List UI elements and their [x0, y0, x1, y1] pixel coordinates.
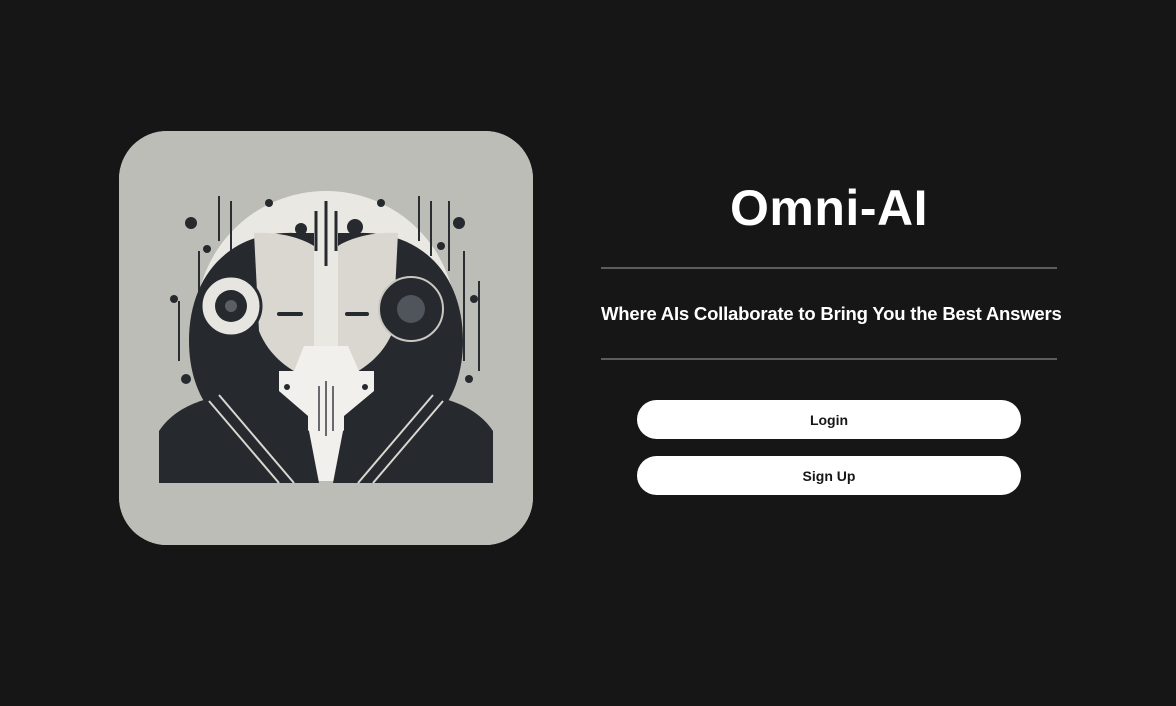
welcome-panel: Omni-AI Where AIs Collaborate to Bring Y… [601, 160, 1062, 495]
app-title: Omni-AI [730, 180, 928, 236]
divider-bottom [601, 358, 1057, 360]
landing-page: Omni-AI Where AIs Collaborate to Bring Y… [0, 0, 1176, 706]
app-logo [119, 131, 533, 545]
two-ai-faces-logo-icon [119, 131, 533, 545]
signup-button[interactable]: Sign Up [637, 456, 1021, 495]
app-tagline: Where AIs Collaborate to Bring You the B… [601, 303, 1062, 324]
login-button[interactable]: Login [637, 400, 1021, 439]
